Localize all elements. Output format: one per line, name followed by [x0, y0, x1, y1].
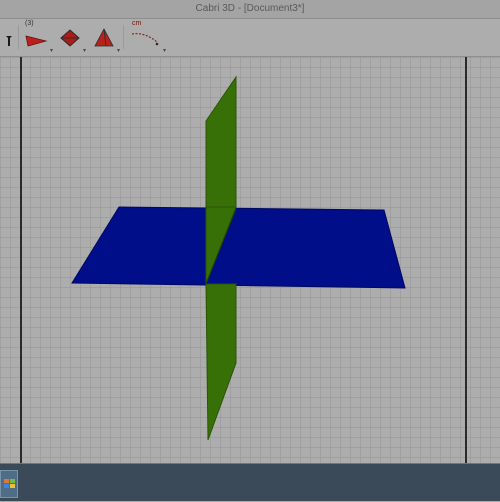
- chevron-down-icon: ▾: [162, 48, 166, 54]
- start-button[interactable]: [0, 470, 18, 498]
- toolbar: (3) ▾ ▾ ▾ cm ▾: [0, 19, 500, 57]
- toolbar-separator: [123, 25, 124, 49]
- construct-plane-tool-icon: [25, 35, 48, 47]
- chevron-down-icon: ▾: [82, 48, 86, 54]
- polyhedron-tool-icon: [60, 29, 80, 47]
- polyhedron-tool-button[interactable]: ▾: [57, 26, 86, 54]
- measure-tool-icon: [131, 33, 159, 46]
- measure-tool-button[interactable]: cm ▾: [129, 20, 166, 54]
- chevron-down-icon: ▾: [116, 48, 120, 54]
- construct-plane-tool-button[interactable]: (3) ▾: [22, 20, 53, 54]
- tool-badge: (3): [25, 20, 34, 27]
- chevron-down-icon: ▾: [49, 48, 53, 54]
- geometry-canvas[interactable]: [0, 57, 500, 463]
- title-bar: Cabri 3D - [Document3*]: [0, 0, 500, 19]
- windows-logo-icon: [4, 479, 15, 488]
- toolbar-separator: [18, 25, 19, 49]
- pyramid-tool-icon: [94, 28, 114, 47]
- scene-svg: [71, 75, 406, 441]
- pointer-tool-icon: [6, 36, 12, 46]
- taskbar: [0, 463, 500, 501]
- measure-unit-label: cm: [132, 20, 142, 27]
- pyramid-tool-button[interactable]: ▾: [91, 26, 120, 54]
- vertical-plane-lower[interactable]: [205, 283, 237, 441]
- window-title: Cabri 3D - [Document3*]: [195, 3, 305, 14]
- horizontal-plane[interactable]: [71, 206, 406, 289]
- pointer-tool-button[interactable]: [2, 26, 16, 52]
